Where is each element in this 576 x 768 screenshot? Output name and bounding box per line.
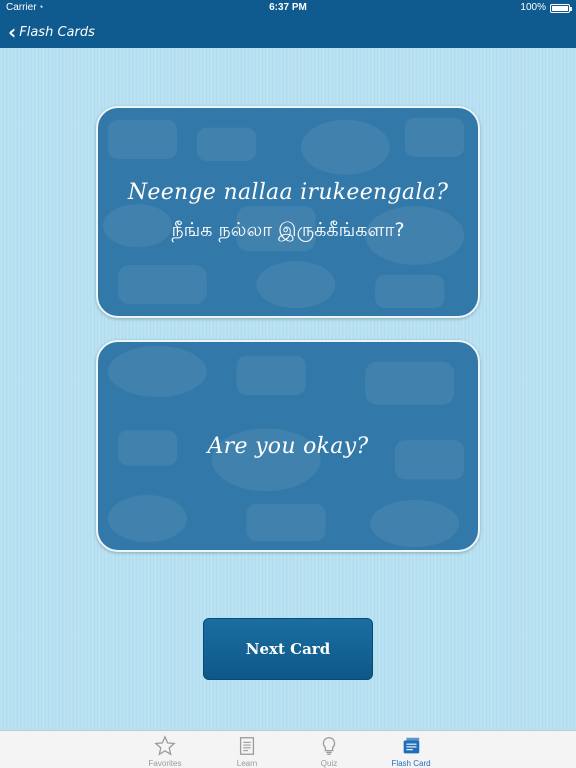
tab-learn-label: Learn <box>236 759 258 768</box>
speech-bubble-pattern <box>102 117 465 309</box>
tab-flash-card-label: Flash Card <box>391 759 431 768</box>
tab-favorites[interactable]: Favorites <box>135 731 195 768</box>
tab-quiz[interactable]: Quiz <box>299 731 359 768</box>
tab-learn[interactable]: Learn <box>217 731 277 768</box>
back-button-label: Flash Cards <box>19 24 95 40</box>
battery-icon <box>550 4 572 13</box>
flashcard-phrase: Neenge nallaa irukeengala? <box>127 180 449 205</box>
navigation-bar: ‹ Flash Cards <box>0 16 576 48</box>
tab-favorites-label: Favorites <box>148 759 182 768</box>
status-time: 6:37 PM <box>269 2 307 13</box>
star-icon <box>154 735 176 756</box>
flashcard-back[interactable]: Are you okay? <box>96 340 480 552</box>
flashcard-icon <box>403 737 420 754</box>
chevron-left-icon: ‹ <box>8 20 17 44</box>
flashcard-front[interactable]: Neenge nallaa irukeengala? நீங்க நல்லா இ… <box>96 106 480 318</box>
tab-bar: Favorites Learn Quiz Flash Card <box>0 730 576 768</box>
back-button[interactable]: ‹ Flash Cards <box>8 16 95 48</box>
flashcard-translation: Are you okay? <box>207 433 369 459</box>
tab-quiz-label: Quiz <box>320 759 338 768</box>
flashcard-native-script: நீங்க நல்லா இருக்கீங்களா? <box>171 219 405 241</box>
document-icon <box>239 737 255 755</box>
status-bar: Carrier ◔ 6:37 PM 100% <box>0 0 576 16</box>
lightbulb-icon <box>322 737 336 755</box>
next-card-button[interactable]: Next Card <box>203 618 373 680</box>
battery-percentage: 100% <box>520 2 546 13</box>
content-area: Neenge nallaa irukeengala? நீங்க நல்லா இ… <box>0 48 576 730</box>
tab-flash-card[interactable]: Flash Card <box>381 731 441 768</box>
